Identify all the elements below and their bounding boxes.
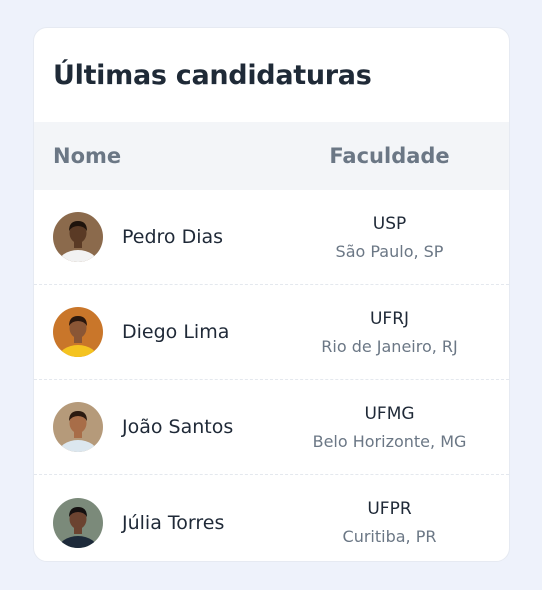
faculty-city: Rio de Janeiro, RJ xyxy=(321,336,458,356)
table-row[interactable]: Pedro Dias USP São Paulo, SP xyxy=(34,190,509,285)
faculty-name: UFMG xyxy=(364,403,415,424)
faculty-cell: UFPR Curitiba, PR xyxy=(270,499,509,546)
avatar xyxy=(53,497,103,548)
person-name: Pedro Dias xyxy=(122,226,224,248)
faculty-name: UFRJ xyxy=(369,308,410,329)
table-row[interactable]: Júlia Torres UFPR Curitiba, PR xyxy=(34,475,509,561)
recent-applications-card: Últimas candidaturas Nome Faculdade Pedr… xyxy=(33,27,510,562)
name-cell: Júlia Torres xyxy=(34,497,270,548)
table-header: Nome Faculdade xyxy=(34,122,509,190)
column-header-name: Nome xyxy=(53,144,122,168)
card-title: Últimas candidaturas xyxy=(53,59,372,91)
table-row[interactable]: João Santos UFMG Belo Horizonte, MG xyxy=(34,380,509,475)
faculty-cell: USP São Paulo, SP xyxy=(270,214,509,261)
faculty-cell: UFMG Belo Horizonte, MG xyxy=(270,404,509,451)
faculty-city: Belo Horizonte, MG xyxy=(312,431,467,451)
name-cell: Pedro Dias xyxy=(34,212,270,262)
avatar xyxy=(53,402,103,452)
table-body: Pedro Dias USP São Paulo, SP Diego Lima … xyxy=(34,190,509,561)
name-cell: Diego Lima xyxy=(34,307,270,357)
faculty-cell: UFRJ Rio de Janeiro, RJ xyxy=(270,309,509,356)
user-photo-icon xyxy=(53,402,103,452)
person-name: Júlia Torres xyxy=(122,511,225,534)
faculty-name: USP xyxy=(372,213,407,234)
table-row[interactable]: Diego Lima UFRJ Rio de Janeiro, RJ xyxy=(34,285,509,380)
avatar xyxy=(53,212,103,262)
user-photo-icon xyxy=(53,307,103,357)
person-name: João Santos xyxy=(122,416,234,438)
faculty-city: Curitiba, PR xyxy=(342,527,437,546)
person-name: Diego Lima xyxy=(122,321,230,343)
column-header-faculty: Faculdade xyxy=(329,144,450,168)
user-photo-icon xyxy=(53,212,103,262)
faculty-name: UFPR xyxy=(367,499,412,519)
faculty-city: São Paulo, SP xyxy=(335,241,444,261)
avatar xyxy=(53,307,103,357)
name-cell: João Santos xyxy=(34,402,270,452)
user-photo-icon xyxy=(53,497,103,548)
